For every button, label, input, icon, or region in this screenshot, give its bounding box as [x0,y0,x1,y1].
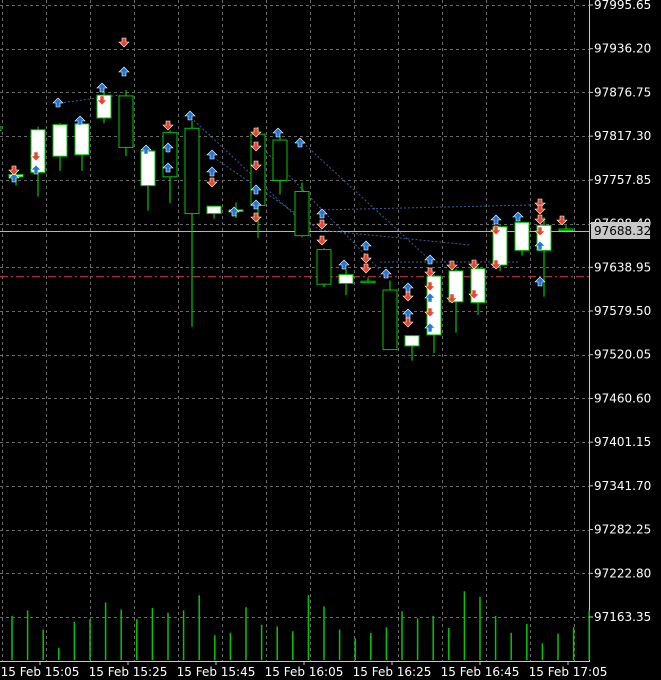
price-tick-label: 97341.70 [594,479,651,493]
current-price-label: 97688.32 [594,224,651,238]
candle-body [316,249,332,285]
price-tick-label: 97222.80 [594,566,651,580]
time-tick-label: 15 Feb 16:45 [441,665,520,679]
price-tick-label: 97163.35 [594,610,651,624]
candle-body [514,221,530,251]
candle-body [272,139,288,181]
price-tick-label: 97757.85 [594,173,651,187]
price-axis-labels: 97995.65 97936.20 97876.75 97817.30 97757.85… [589,0,651,624]
price-tick-label: 97936.20 [594,42,651,56]
price-tick-label: 97520.05 [594,348,651,362]
price-tick-label: 97282.25 [594,523,651,537]
price-tick-label: 97638.95 [594,260,651,274]
candle-body [360,280,376,284]
price-tick-label: 97401.15 [594,435,651,449]
time-tick-label: 15 Feb 17:05 [529,665,608,679]
candle-body [558,228,574,232]
time-tick-label: 15 Feb 15:25 [89,665,168,679]
time-tick-label: 15 Feb 15:05 [1,665,80,679]
candle [316,248,332,288]
candle-body [382,289,398,351]
candle-body [184,127,200,215]
time-tick-label: 15 Feb 16:05 [265,665,344,679]
price-tick-label: 97579.50 [594,304,651,318]
candle-body [30,129,46,173]
candle-body [404,335,420,347]
candle-body [294,191,310,237]
candle-body [338,274,354,284]
time-tick-label: 15 Feb 16:25 [353,665,432,679]
price-tick-label: 97995.65 [594,0,651,12]
price-tick-label: 97460.60 [594,391,651,405]
candle-body [52,124,68,157]
current-price-tag: 97688.32 [591,222,651,239]
time-tick-label: 15 Feb 15:45 [177,665,256,679]
candle-body [0,126,2,131]
price-tick-label: 97817.30 [594,129,651,143]
candle-body [206,205,222,215]
candle [382,280,398,351]
price-tick-label: 97876.75 [594,85,651,99]
candle [118,90,134,157]
candle-body [118,95,134,148]
candle [514,221,530,256]
price-chart[interactable]: 97995.65 97936.20 97876.75 97817.30 97757.85… [0,0,661,680]
candle-body [140,150,156,187]
candle-body [74,123,90,156]
